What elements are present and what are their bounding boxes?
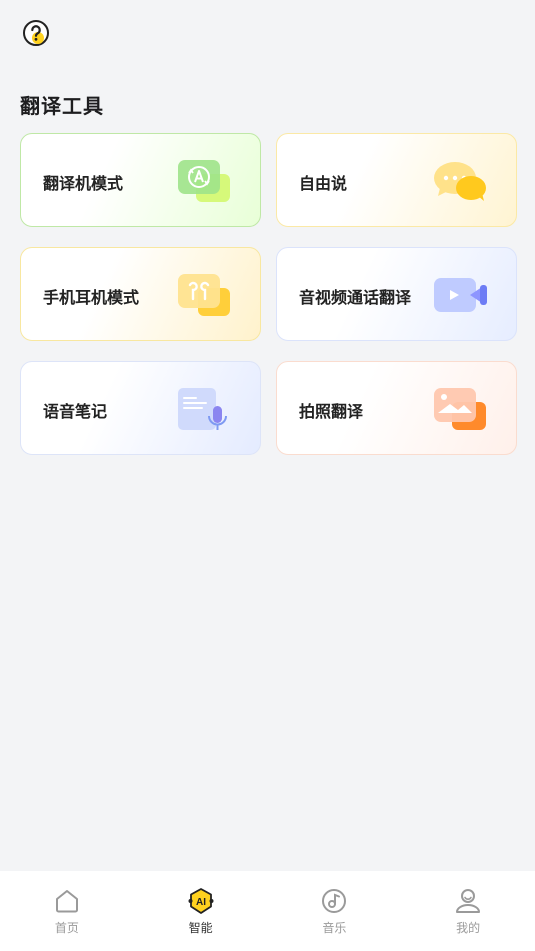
tab-label: 首页 <box>54 921 79 935</box>
video-call-icon <box>434 278 487 312</box>
tool-label: 拍照翻译 <box>299 402 364 421</box>
tool-label: 手机耳机模式 <box>43 288 140 307</box>
ai-icon: AI <box>188 888 214 914</box>
bottom-tab-bar: 首页 AI 智能 音乐 我的 <box>0 871 535 951</box>
tool-card-photo-translation[interactable]: 拍照翻译 <box>276 361 517 455</box>
svg-text:AI: AI <box>196 897 206 908</box>
tool-card-free-talk[interactable]: 自由说 <box>276 133 517 227</box>
section-title: 翻译工具 <box>20 94 104 118</box>
tool-card-voice-notes[interactable]: 语音笔记 <box>20 361 261 455</box>
earphones-icon <box>178 274 230 316</box>
tool-label: 语音笔记 <box>43 402 108 421</box>
tab-home[interactable]: 首页 <box>0 871 134 951</box>
tool-card-av-call-translation[interactable]: 音视频通话翻译 <box>276 247 517 341</box>
photo-icon <box>434 388 486 430</box>
tab-mine[interactable]: 我的 <box>401 871 535 951</box>
tool-card-translator-mode[interactable]: 翻译机模式 <box>20 133 261 227</box>
question-circle-icon[interactable] <box>22 19 50 47</box>
tool-card-phone-earphone-mode[interactable]: 手机耳机模式 <box>20 247 261 341</box>
chat-bubbles-icon <box>434 162 486 201</box>
music-icon <box>322 889 347 913</box>
home-icon <box>55 890 78 913</box>
tab-music[interactable]: 音乐 <box>268 871 402 951</box>
tool-label: 自由说 <box>299 174 348 193</box>
profile-icon <box>456 889 481 913</box>
tools-grid: 翻译机模式 自由说 手机耳机模式 音视频通话翻译 语音笔记 拍照翻译 <box>20 133 517 455</box>
tool-label: 翻译机模式 <box>43 174 124 193</box>
voice-note-icon <box>178 388 227 430</box>
tab-label: 我的 <box>456 921 481 935</box>
tab-smart[interactable]: AI 智能 <box>134 871 268 951</box>
translator-device-icon <box>178 160 230 202</box>
tab-label: 音乐 <box>322 921 347 935</box>
tab-label: 智能 <box>188 921 213 935</box>
tool-label: 音视频通话翻译 <box>299 288 412 307</box>
